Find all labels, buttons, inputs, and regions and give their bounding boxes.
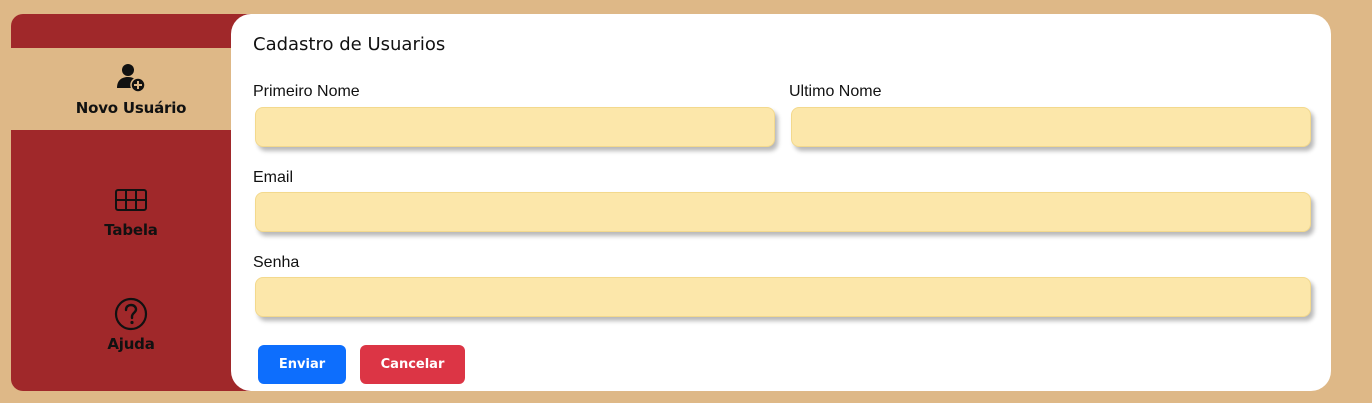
password-field[interactable] xyxy=(255,277,1311,317)
app-container: Novo Usuário Tabela Ajuda Cadastro de Us… xyxy=(11,14,1331,391)
last-name-field[interactable] xyxy=(791,107,1311,147)
submit-button[interactable]: Enviar xyxy=(258,345,346,384)
user-form-panel: Cadastro de Usuarios Primeiro Nome Ultim… xyxy=(231,14,1331,391)
sidebar: Novo Usuário Tabela Ajuda xyxy=(11,14,251,391)
first-name-field[interactable] xyxy=(255,107,775,147)
page-title: Cadastro de Usuarios xyxy=(253,34,446,55)
sidebar-item-tabela[interactable]: Tabela xyxy=(11,183,251,247)
email-label: Email xyxy=(253,169,294,186)
last-name-label: Ultimo Nome xyxy=(789,83,882,100)
sidebar-item-label: Novo Usuário xyxy=(75,99,187,117)
sidebar-item-label: Tabela xyxy=(104,221,158,239)
cancel-button[interactable]: Cancelar xyxy=(360,345,465,384)
sidebar-item-novo-usuario[interactable]: Novo Usuário xyxy=(11,48,251,130)
password-label: Senha xyxy=(253,254,300,271)
first-name-label: Primeiro Nome xyxy=(253,83,360,100)
email-field[interactable] xyxy=(255,192,1311,232)
question-circle-icon xyxy=(114,297,148,331)
table-icon xyxy=(115,189,147,211)
sidebar-item-ajuda[interactable]: Ajuda xyxy=(11,297,251,373)
sidebar-item-label: Ajuda xyxy=(107,335,155,353)
user-plus-icon xyxy=(117,64,146,93)
